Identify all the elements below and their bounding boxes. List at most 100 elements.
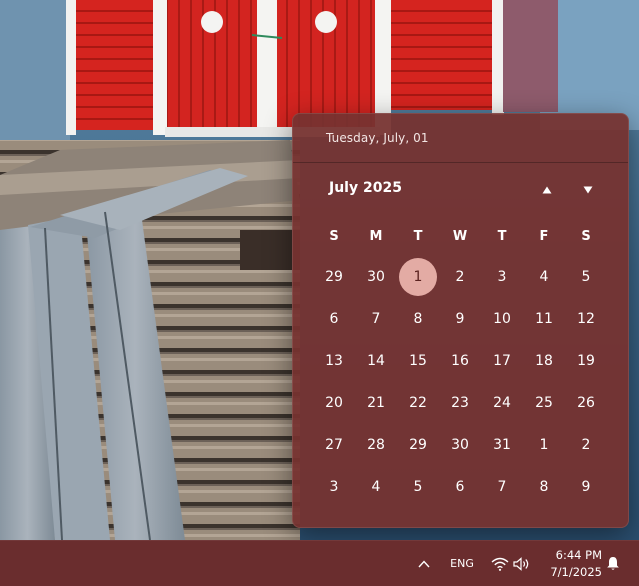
calendar-day-number: 29 [325, 269, 343, 285]
calendar-day-number: 16 [451, 353, 469, 369]
calendar-day-number: 30 [367, 269, 385, 285]
calendar-day-number: 4 [371, 479, 381, 495]
calendar-day[interactable]: 2 [439, 256, 481, 298]
calendar-day-number: 12 [577, 311, 595, 327]
calendar-day[interactable]: 2 [565, 424, 607, 466]
calendar-day[interactable]: 14 [355, 340, 397, 382]
clock-time: 6:44 PM [555, 547, 602, 562]
calendar-day[interactable]: 4 [355, 466, 397, 508]
calendar-day-number: 11 [535, 311, 553, 327]
calendar-day[interactable]: 21 [355, 382, 397, 424]
calendar-day-number: 13 [325, 353, 343, 369]
weekday-header: M [369, 228, 383, 244]
calendar-day[interactable]: 15 [397, 340, 439, 382]
next-month-button[interactable] [574, 177, 602, 203]
calendar-day-today[interactable]: 1 [397, 256, 439, 298]
weekday-header: S [581, 228, 591, 244]
calendar-day-number: 15 [409, 353, 427, 369]
weekday-header: S [329, 228, 339, 244]
calendar-day-number: 23 [451, 395, 469, 411]
calendar-day[interactable]: 17 [481, 340, 523, 382]
calendar-day[interactable]: 29 [397, 424, 439, 466]
calendar-day[interactable]: 27 [313, 424, 355, 466]
calendar-day[interactable]: 12 [565, 298, 607, 340]
calendar-day-number: 8 [539, 479, 549, 495]
calendar-day[interactable]: 10 [481, 298, 523, 340]
calendar-day[interactable]: 1 [523, 424, 565, 466]
calendar-day-number: 18 [535, 353, 553, 369]
bell-icon [607, 557, 619, 570]
calendar-day-number: 7 [497, 479, 507, 495]
calendar-day[interactable]: 30 [355, 256, 397, 298]
calendar-day[interactable]: 11 [523, 298, 565, 340]
calendar-day[interactable]: 4 [523, 256, 565, 298]
calendar-day-number: 19 [577, 353, 595, 369]
calendar-day-number: 1 [399, 258, 437, 296]
calendar-day[interactable]: 8 [523, 466, 565, 508]
calendar-day-number: 3 [329, 479, 339, 495]
triangle-down-icon [583, 186, 593, 194]
triangle-up-icon [542, 186, 552, 194]
calendar-day[interactable]: 13 [313, 340, 355, 382]
calendar-day-number: 6 [455, 479, 465, 495]
calendar-day-number: 27 [325, 437, 343, 453]
calendar-day[interactable]: 24 [481, 382, 523, 424]
calendar-day[interactable]: 5 [565, 256, 607, 298]
calendar-day-number: 7 [371, 311, 381, 327]
calendar-day[interactable]: 18 [523, 340, 565, 382]
calendar-day[interactable]: 3 [313, 466, 355, 508]
calendar-day-number: 25 [535, 395, 553, 411]
show-hidden-icons-button[interactable] [411, 541, 437, 586]
calendar-day-number: 8 [413, 311, 423, 327]
calendar-day[interactable]: 6 [313, 298, 355, 340]
calendar-day[interactable]: 19 [565, 340, 607, 382]
calendar-day-number: 2 [581, 437, 591, 453]
calendar-day[interactable]: 7 [481, 466, 523, 508]
selected-date-header[interactable]: Tuesday, July, 01 [326, 131, 429, 145]
calendar-day-number: 26 [577, 395, 595, 411]
language-indicator[interactable]: ENG [446, 541, 478, 586]
weekday-header: F [539, 228, 549, 244]
calendar-day[interactable]: 9 [439, 298, 481, 340]
calendar-day[interactable]: 16 [439, 340, 481, 382]
calendar-day-number: 1 [539, 437, 549, 453]
chevron-up-icon [418, 559, 430, 567]
weekday-header: T [413, 228, 423, 244]
month-year-label[interactable]: July 2025 [329, 180, 402, 196]
calendar-day[interactable]: 3 [481, 256, 523, 298]
network-volume-button[interactable] [486, 541, 536, 586]
calendar-day[interactable]: 7 [355, 298, 397, 340]
calendar-day-number: 14 [367, 353, 385, 369]
calendar-day-number: 29 [409, 437, 427, 453]
calendar-day[interactable]: 30 [439, 424, 481, 466]
taskbar: ENG 6:44 PM 7/1/2025 [0, 540, 639, 586]
calendar-day[interactable]: 6 [439, 466, 481, 508]
calendar-day[interactable]: 28 [355, 424, 397, 466]
calendar-day[interactable]: 29 [313, 256, 355, 298]
calendar-day[interactable]: 8 [397, 298, 439, 340]
clock-date: 7/1/2025 [550, 564, 602, 579]
previous-month-button[interactable] [533, 177, 561, 203]
volume-icon [513, 556, 529, 571]
calendar-day[interactable]: 25 [523, 382, 565, 424]
calendar-day[interactable]: 23 [439, 382, 481, 424]
calendar-day[interactable]: 9 [565, 466, 607, 508]
calendar-flyout: Tuesday, July, 01 July 2025 S M T W T F … [292, 113, 629, 528]
calendar-day[interactable]: 22 [397, 382, 439, 424]
calendar-day[interactable]: 31 [481, 424, 523, 466]
calendar-day[interactable]: 26 [565, 382, 607, 424]
calendar-day-number: 2 [455, 269, 465, 285]
calendar-day-number: 5 [581, 269, 591, 285]
calendar-day-number: 30 [451, 437, 469, 453]
calendar-day-number: 10 [493, 311, 511, 327]
calendar-day[interactable]: 20 [313, 382, 355, 424]
calendar-day-number: 24 [493, 395, 511, 411]
notifications-button[interactable] [601, 541, 625, 586]
clock-button[interactable]: 6:44 PM 7/1/2025 [544, 541, 604, 586]
calendar-grid: S M T W T F S 29 30 1 2 3 4 5 6 7 8 9 10 11 12 13 14 15 1… [313, 216, 607, 508]
calendar-day-number: 9 [455, 311, 465, 327]
weekday-header: W [452, 228, 468, 244]
calendar-day[interactable]: 5 [397, 466, 439, 508]
calendar-day-number: 28 [367, 437, 385, 453]
calendar-day-number: 21 [367, 395, 385, 411]
